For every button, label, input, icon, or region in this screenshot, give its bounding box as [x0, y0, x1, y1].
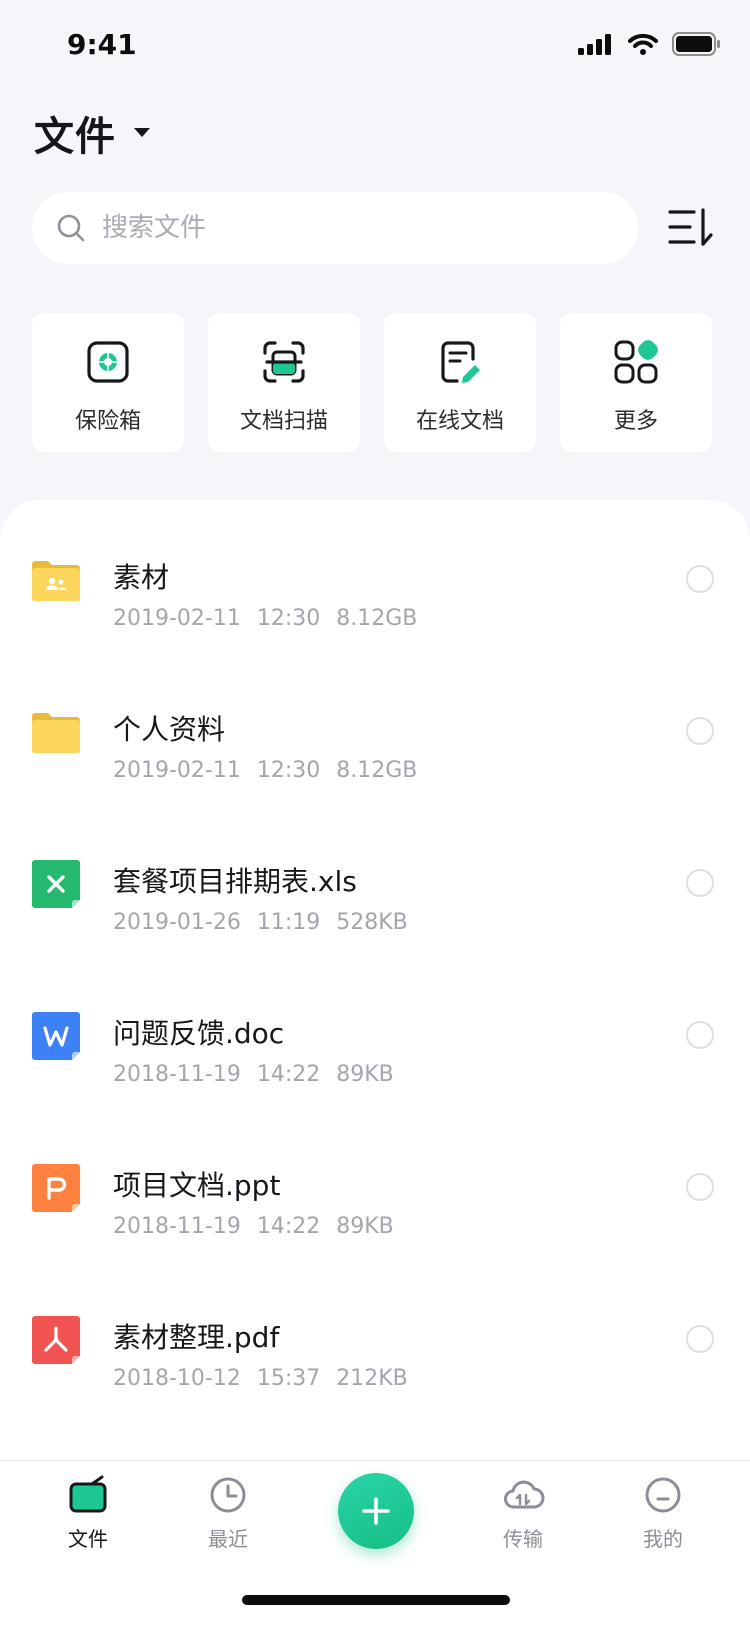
quick-action-online-doc[interactable]: 在线文档 — [384, 313, 536, 452]
plus-icon — [362, 1497, 390, 1525]
pdf-file-icon — [32, 1316, 80, 1364]
tab-label: 传输 — [503, 1527, 543, 1551]
select-checkbox[interactable] — [686, 1021, 714, 1049]
cloud-transfer-icon — [504, 1480, 545, 1509]
clock-icon — [210, 1477, 246, 1513]
quick-action-safe-box[interactable]: 保险箱 — [32, 313, 184, 452]
page-title: 文件 — [34, 114, 116, 160]
title-dropdown-icon[interactable] — [134, 128, 150, 138]
file-size: 528KB — [336, 910, 408, 935]
file-name: 套餐项目排期表.xls — [113, 865, 357, 898]
file-size: 212KB — [336, 1366, 408, 1391]
quick-action-more[interactable]: 更多 — [560, 313, 712, 452]
file-name: 素材 — [113, 561, 170, 594]
shared-folder-icon — [32, 561, 80, 601]
file-meta: 2019-02-11 12:30 8.12GB — [113, 606, 433, 631]
file-name: 个人资料 — [113, 713, 226, 746]
file-meta: 2018-11-19 14:22 89KB — [113, 1062, 410, 1087]
tab-bar: 文件 最近 传输 我的 — [0, 1460, 750, 1625]
select-checkbox[interactable] — [686, 565, 714, 593]
add-button[interactable] — [338, 1473, 414, 1549]
search-input[interactable] — [100, 212, 584, 244]
file-date: 2018-11-19 — [113, 1062, 241, 1087]
profile-icon — [645, 1477, 681, 1513]
folder-tab-icon — [69, 1475, 107, 1513]
select-checkbox[interactable] — [686, 1173, 714, 1201]
file-date: 2019-02-11 — [113, 758, 241, 783]
file-name: 问题反馈.doc — [113, 1017, 285, 1050]
folder-icon — [32, 713, 80, 753]
file-size: 8.12GB — [336, 606, 418, 631]
tab-label: 我的 — [643, 1527, 683, 1551]
file-size: 89KB — [336, 1062, 394, 1087]
file-name: 项目文档.ppt — [113, 1169, 281, 1202]
file-row[interactable]: 套餐项目排期表.xls 2019-01-26 11:19 528KB — [0, 824, 750, 974]
file-row[interactable]: 项目文档.ppt 2018-11-19 14:22 89KB — [0, 1128, 750, 1278]
file-time: 11:19 — [256, 910, 321, 935]
scan-icon — [263, 341, 305, 383]
file-name: 素材整理.pdf — [113, 1321, 280, 1354]
file-meta: 2019-02-11 12:30 8.12GB — [113, 758, 433, 783]
tab-files[interactable]: 文件 — [38, 1475, 138, 1552]
file-time: 12:30 — [256, 606, 321, 631]
file-meta: 2019-01-26 11:19 528KB — [113, 910, 424, 935]
search-icon — [57, 214, 85, 242]
more-grid-icon — [614, 340, 658, 384]
home-indicator — [242, 1595, 510, 1605]
file-date: 2018-10-12 — [113, 1366, 241, 1391]
select-checkbox[interactable] — [686, 869, 714, 897]
file-date: 2018-11-19 — [113, 1214, 241, 1239]
tab-transfer[interactable]: 传输 — [473, 1475, 573, 1552]
file-row[interactable]: 素材 2019-02-11 12:30 8.12GB — [0, 520, 750, 670]
file-row[interactable]: 个人资料 2019-02-11 12:30 8.12GB — [0, 672, 750, 822]
select-checkbox[interactable] — [686, 1325, 714, 1353]
cellular-signal-icon — [578, 34, 611, 55]
file-row[interactable]: 问题反馈.doc 2018-11-19 14:22 89KB — [0, 976, 750, 1126]
status-bar: 9:41 — [0, 0, 750, 96]
tab-label: 最近 — [208, 1527, 248, 1551]
select-checkbox[interactable] — [686, 717, 714, 745]
xls-file-icon — [32, 860, 80, 908]
quick-action-label: 在线文档 — [415, 409, 504, 434]
file-time: 14:22 — [256, 1214, 321, 1239]
file-time: 15:37 — [256, 1366, 321, 1391]
ppt-file-icon — [32, 1164, 80, 1212]
status-time: 9:41 — [67, 28, 137, 61]
tab-label: 文件 — [68, 1527, 108, 1551]
doc-file-icon — [32, 1012, 80, 1060]
quick-actions: 保险箱 文档扫描 在线文档 更多 — [32, 313, 712, 452]
file-date: 2019-01-26 — [113, 910, 241, 935]
battery-icon — [672, 32, 720, 56]
wifi-icon — [628, 33, 658, 55]
file-date: 2019-02-11 — [113, 606, 241, 631]
file-size: 8.12GB — [336, 758, 418, 783]
quick-action-scan[interactable]: 文档扫描 — [208, 313, 360, 452]
tab-recent[interactable]: 最近 — [178, 1475, 278, 1552]
status-icons — [578, 32, 720, 56]
quick-action-label: 文档扫描 — [239, 409, 328, 434]
file-list: 素材 2019-02-11 12:30 8.12GB 个人资料 2019-02-11… — [0, 500, 750, 1460]
file-time: 14:22 — [256, 1062, 321, 1087]
safe-box-icon — [87, 341, 129, 383]
file-size: 89KB — [336, 1214, 394, 1239]
file-row[interactable]: 素材整理.pdf 2018-10-12 15:37 212KB — [0, 1280, 750, 1430]
file-meta: 2018-10-12 15:37 212KB — [113, 1366, 424, 1391]
tab-profile[interactable]: 我的 — [613, 1475, 713, 1552]
sort-button[interactable] — [668, 206, 714, 250]
file-meta: 2018-11-19 14:22 89KB — [113, 1214, 410, 1239]
quick-action-label: 保险箱 — [74, 409, 141, 434]
file-time: 12:30 — [256, 758, 321, 783]
quick-action-label: 更多 — [613, 409, 658, 434]
header: 文件 — [34, 104, 150, 162]
online-doc-icon — [441, 341, 480, 383]
search-box[interactable] — [32, 192, 638, 264]
